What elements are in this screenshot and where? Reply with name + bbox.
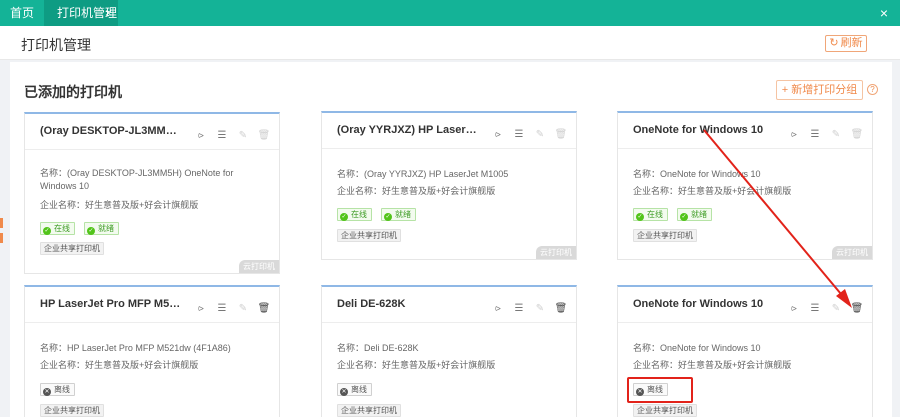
tab-close-icon[interactable]: × [105, 0, 112, 26]
check-icon: ✓ [636, 213, 644, 221]
card-header: OneNote for Windows 10 ⪧ ☰ ✎ 🗑 [618, 287, 872, 323]
share-icon[interactable]: ⪧ [491, 129, 505, 140]
printer-card: (Oray DESKTOP-JL3MM5H) ... ⪧ ☰ ✎ 🗑 名称：(Oray… [24, 112, 280, 274]
check-icon: ✓ [680, 213, 688, 221]
edit-icon: ✎ [831, 129, 841, 140]
list-icon[interactable]: ☰ [808, 129, 822, 140]
edit-icon: ✎ [831, 303, 841, 314]
share-icon[interactable]: ⪧ [194, 130, 208, 141]
trash-icon[interactable]: 🗑 [257, 303, 271, 314]
share-icon[interactable]: ⪧ [491, 303, 505, 314]
trash-icon[interactable]: 🗑 [850, 303, 864, 314]
side-tab-marker[interactable] [0, 233, 3, 243]
section-title: 已添加的打印机 [24, 84, 122, 100]
check-icon: ✓ [340, 213, 348, 221]
online-badge: ✓ 在线 [337, 208, 372, 221]
company-name: 企业名称：好生意普及版+好会计旗舰版 [337, 186, 496, 196]
refresh-icon: ↻ [829, 37, 839, 49]
close-icon[interactable]: × [880, 0, 888, 26]
close-circle-icon: ✕ [340, 388, 348, 396]
offline-badge: ✕ 离线 [337, 383, 372, 396]
list-icon[interactable]: ☰ [215, 130, 229, 141]
ready-badge: ✓ 就绪 [677, 208, 712, 221]
check-icon: ✓ [87, 227, 95, 235]
cloud-printer-corner-tag: 云打印机 [239, 260, 279, 273]
list-icon[interactable]: ☰ [808, 303, 822, 314]
page-title: 打印机管理 [21, 37, 91, 53]
printer-title: OneNote for Windows 10 [633, 298, 764, 310]
card-header: Deli DE-628K ⪧ ☰ ✎ 🗑 [322, 287, 576, 323]
list-icon[interactable]: ☰ [512, 303, 526, 314]
tab-home[interactable]: 首页 [0, 0, 44, 26]
printer-name: 名称：OneNote for Windows 10 [633, 169, 761, 179]
share-icon[interactable]: ⪧ [787, 303, 801, 314]
online-badge: ✓ 在线 [40, 222, 75, 235]
card-header: OneNote for Windows 10 ⪧ ☰ ✎ 🗑 [618, 113, 872, 149]
printer-name: 名称：(Oray YYRJXZ) HP LaserJet M1005 [337, 169, 509, 179]
check-icon: ✓ [43, 227, 51, 235]
company-name: 企业名称：好生意普及版+好会计旗舰版 [40, 200, 199, 210]
trash-icon[interactable]: 🗑 [554, 303, 568, 314]
refresh-label: 刷新 [840, 37, 863, 49]
trash-icon: 🗑 [257, 130, 271, 141]
printer-name: 名称：Deli DE-628K [337, 343, 419, 353]
printer-card: Deli DE-628K ⪧ ☰ ✎ 🗑 名称：Deli DE-628K 企业名称：好… [321, 285, 577, 417]
tab-bar: 首页 打印机管理 × × [0, 0, 900, 26]
trash-icon: 🗑 [850, 129, 864, 140]
help-icon[interactable]: ? [867, 84, 878, 95]
company-name: 企业名称：好生意普及版+好会计旗舰版 [633, 186, 792, 196]
add-print-group-label: 新增打印分组 [791, 84, 858, 96]
printer-title: OneNote for Windows 10 [633, 124, 764, 136]
ready-badge: ✓ 就绪 [84, 222, 119, 235]
printer-name: 名称：HP LaserJet Pro MFP M521dw (4F1A86) [40, 343, 231, 353]
list-icon[interactable]: ☰ [512, 129, 526, 140]
tab-printer-management[interactable]: 打印机管理 × [44, 0, 118, 26]
online-badge: ✓ 在线 [633, 208, 668, 221]
shared-tag: 企业共享打印机 [633, 229, 697, 242]
refresh-button[interactable]: ↻ 刷新 [825, 35, 867, 52]
card-header: (Oray YYRJXZ) HP LaserJet ... ⪧ ☰ ✎ 🗑 [322, 113, 576, 149]
printer-name: 名称：OneNote for Windows 10 [633, 343, 761, 353]
edit-icon: ✎ [238, 130, 248, 141]
card-header: HP LaserJet Pro MFP M521d... ⪧ ☰ ✎ 🗑 [25, 287, 279, 323]
plus-icon: + [781, 84, 789, 96]
printer-card: OneNote for Windows 10 ⪧ ☰ ✎ 🗑 名称：OneNote f… [617, 111, 873, 260]
shared-tag: 企业共享打印机 [337, 404, 401, 417]
share-icon[interactable]: ⪧ [787, 129, 801, 140]
edit-icon: ✎ [535, 303, 545, 314]
offline-badge: ✕ 离线 [40, 383, 75, 396]
cloud-printer-corner-tag: 云打印机 [832, 246, 872, 259]
shared-tag: 企业共享打印机 [633, 404, 697, 417]
company-name: 企业名称：好生意普及版+好会计旗舰版 [40, 360, 199, 370]
ready-badge: ✓ 就绪 [381, 208, 416, 221]
printer-card: (Oray YYRJXZ) HP LaserJet ... ⪧ ☰ ✎ 🗑 名称：(O… [321, 111, 577, 260]
page-header: 打印机管理 ↻ 刷新 [0, 26, 900, 60]
trash-icon: 🗑 [554, 129, 568, 140]
printer-title: Deli DE-628K [337, 298, 406, 310]
close-circle-icon: ✕ [43, 388, 51, 396]
add-print-group-button[interactable]: + 新增打印分组 [776, 80, 863, 100]
printer-title: HP LaserJet Pro MFP M521d... [40, 298, 182, 310]
shared-tag: 企业共享打印机 [40, 242, 104, 255]
company-name: 企业名称：好生意普及版+好会计旗舰版 [337, 360, 496, 370]
card-header: (Oray DESKTOP-JL3MM5H) ... ⪧ ☰ ✎ 🗑 [25, 114, 279, 150]
shared-tag: 企业共享打印机 [337, 229, 401, 242]
printer-card: HP LaserJet Pro MFP M521d... ⪧ ☰ ✎ 🗑 名称：HP … [24, 285, 280, 417]
printer-name: 名称：(Oray DESKTOP-JL3MM5H) OneNote for Wi… [40, 168, 234, 191]
cloud-printer-corner-tag: 云打印机 [536, 246, 576, 259]
shared-tag: 企业共享打印机 [40, 404, 104, 417]
edit-icon: ✎ [238, 303, 248, 314]
printer-title: (Oray YYRJXZ) HP LaserJet ... [337, 124, 479, 136]
edit-icon: ✎ [535, 129, 545, 140]
share-icon[interactable]: ⪧ [194, 303, 208, 314]
check-icon: ✓ [384, 213, 392, 221]
printer-title: (Oray DESKTOP-JL3MM5H) ... [40, 125, 182, 137]
list-icon[interactable]: ☰ [215, 303, 229, 314]
company-name: 企业名称：好生意普及版+好会计旗舰版 [633, 360, 792, 370]
annotation-highlight-box [627, 377, 693, 403]
side-tab-marker[interactable] [0, 218, 3, 228]
